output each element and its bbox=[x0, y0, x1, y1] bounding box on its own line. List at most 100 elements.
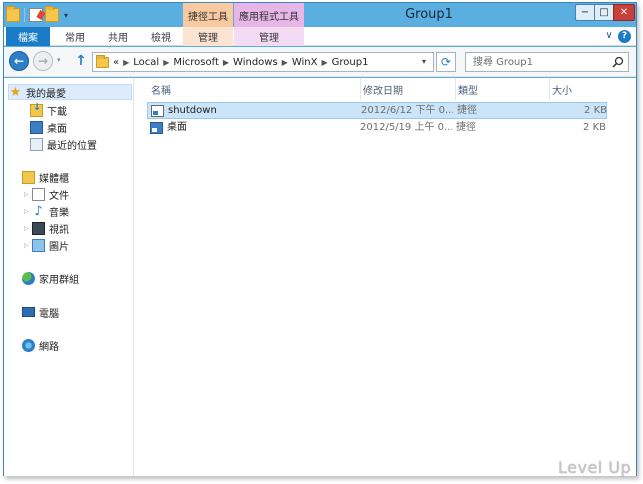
folder-icon bbox=[6, 6, 20, 22]
file-list[interactable]: 名稱 修改日期 類型 大小 shutdown 2012/6/12 下午 0...… bbox=[135, 78, 636, 476]
breadcrumb-local[interactable]: Local bbox=[133, 57, 159, 68]
sidebar-item-label: 最近的位置 bbox=[47, 140, 97, 152]
column-header-size[interactable]: 大小 bbox=[549, 78, 609, 100]
sidebar-item-label: 音樂 bbox=[49, 207, 69, 219]
tab-manage-app[interactable]: 管理 bbox=[234, 27, 304, 46]
search-input[interactable] bbox=[466, 53, 606, 71]
file-size: 2 KB bbox=[584, 105, 607, 116]
chevron-right-icon[interactable]: ▶ bbox=[321, 58, 327, 67]
file-row-shutdown[interactable]: shutdown 2012/6/12 下午 0... 捷徑 2 KB bbox=[147, 102, 607, 119]
expand-arrow-icon[interactable]: ▷ bbox=[24, 242, 32, 249]
downloads-icon bbox=[30, 102, 43, 117]
sidebar-item-label: 網路 bbox=[39, 341, 59, 353]
breadcrumb-group1[interactable]: Group1 bbox=[332, 57, 369, 68]
minimize-button[interactable]: − bbox=[575, 4, 595, 21]
tab-manage-shortcut[interactable]: 管理 bbox=[183, 27, 233, 46]
sidebar-item-videos[interactable]: ▷ 視訊 bbox=[24, 220, 69, 236]
chevron-right-icon[interactable]: ▶ bbox=[282, 58, 288, 67]
desktop-icon bbox=[30, 120, 43, 134]
search-icon[interactable] bbox=[612, 56, 624, 68]
address-dropdown-icon[interactable]: ▾ bbox=[417, 54, 431, 70]
column-header-type[interactable]: 類型 bbox=[455, 78, 550, 100]
qat-separator bbox=[24, 8, 25, 22]
column-header-name[interactable]: 名稱 bbox=[151, 78, 357, 100]
tab-home[interactable]: 常用 bbox=[54, 27, 96, 46]
up-button[interactable]: ↑ bbox=[73, 53, 89, 69]
sidebar-item-label: 電腦 bbox=[39, 308, 59, 320]
maximize-button[interactable]: □ bbox=[594, 4, 614, 21]
back-button[interactable]: ← bbox=[9, 51, 29, 71]
column-header-date-modified[interactable]: 修改日期 bbox=[360, 78, 456, 100]
address-folder-icon bbox=[96, 54, 109, 68]
sidebar-item-recent-places[interactable]: 最近的位置 bbox=[30, 136, 97, 152]
watermark-text: Level Up bbox=[558, 458, 632, 477]
sidebar-item-libraries[interactable]: 媒體櫃 bbox=[22, 169, 69, 185]
help-icon[interactable]: ? bbox=[618, 30, 631, 43]
forward-button[interactable]: → bbox=[33, 51, 53, 71]
breadcrumb-overflow[interactable]: « bbox=[113, 57, 119, 68]
file-name-cell: shutdown bbox=[151, 103, 356, 118]
close-button[interactable]: ✕ bbox=[613, 4, 635, 21]
file-name: 桌面 bbox=[167, 122, 187, 133]
expand-arrow-icon[interactable]: ▷ bbox=[24, 191, 32, 198]
sidebar-item-computer[interactable]: 電腦 bbox=[22, 304, 59, 320]
star-icon: ★ bbox=[9, 84, 22, 100]
search-box[interactable] bbox=[465, 52, 629, 72]
sidebar-item-label: 媒體櫃 bbox=[39, 173, 69, 185]
breadcrumb-microsoft[interactable]: Microsoft bbox=[173, 57, 219, 68]
recent-locations-icon[interactable]: ▾ bbox=[57, 56, 61, 64]
videos-icon bbox=[32, 221, 45, 235]
window-title: Group1 bbox=[405, 7, 453, 22]
expand-arrow-icon[interactable]: ▷ bbox=[24, 208, 32, 215]
tab-file[interactable]: 檔案 bbox=[6, 27, 50, 46]
network-icon bbox=[22, 338, 35, 352]
qat-dropdown-icon[interactable]: ▾ bbox=[61, 11, 71, 20]
sidebar-item-desktop[interactable]: 桌面 bbox=[30, 119, 67, 135]
sidebar-item-favorites[interactable]: ★ 我的最愛 bbox=[8, 84, 132, 100]
file-row-desktop[interactable]: 桌面 2012/5/19 上午 0... 捷徑 2 KB bbox=[147, 120, 607, 137]
refresh-button[interactable]: ⟳ bbox=[436, 52, 456, 72]
navigation-pane[interactable]: ★ 我的最愛 下載 桌面 最近的位置 媒體櫃 ▷ 文件 bbox=[4, 78, 134, 476]
navigation-bar: ← → ▾ ↑ « ▶ Local ▶ Microsoft ▶ Windows … bbox=[4, 47, 636, 77]
tab-view[interactable]: 檢視 bbox=[140, 27, 182, 46]
desktop-shortcut-icon bbox=[150, 121, 163, 134]
explorer-window: ▾ 捷徑工具 應用程式工具 Group1 − □ ✕ 檔案 常用 共用 檢視 管… bbox=[3, 2, 637, 476]
title-bar[interactable]: ▾ 捷徑工具 應用程式工具 Group1 − □ ✕ bbox=[4, 3, 636, 27]
sidebar-item-label: 圖片 bbox=[49, 241, 69, 253]
contextual-tab-app-tools: 應用程式工具 bbox=[234, 3, 304, 27]
file-date: 2012/5/19 上午 0... bbox=[360, 122, 452, 133]
sidebar-item-label: 家用群組 bbox=[39, 274, 79, 286]
sidebar-item-music[interactable]: ▷ ♪ 音樂 bbox=[24, 203, 69, 219]
sidebar-item-network[interactable]: 網路 bbox=[22, 337, 59, 353]
sidebar-item-homegroup[interactable]: 家用群組 bbox=[22, 270, 79, 286]
breadcrumb-windows[interactable]: Windows bbox=[233, 57, 278, 68]
contextual-tab-shortcut-tools: 捷徑工具 bbox=[183, 3, 233, 27]
sidebar-item-documents[interactable]: ▷ 文件 bbox=[24, 186, 69, 202]
sidebar-item-label: 視訊 bbox=[49, 224, 69, 236]
chevron-right-icon[interactable]: ▶ bbox=[163, 58, 169, 67]
computer-icon bbox=[22, 307, 35, 317]
chevron-right-icon: ▶ bbox=[123, 57, 130, 67]
file-type: 捷徑 bbox=[457, 105, 477, 116]
pictures-icon bbox=[32, 238, 45, 252]
expand-ribbon-icon[interactable]: ∨ bbox=[602, 30, 616, 43]
shortcut-icon bbox=[151, 104, 164, 117]
libraries-icon bbox=[22, 170, 35, 184]
expand-arrow-icon[interactable]: ▷ bbox=[24, 225, 32, 232]
properties-icon[interactable] bbox=[29, 8, 43, 22]
documents-icon bbox=[32, 187, 45, 201]
sidebar-item-pictures[interactable]: ▷ 圖片 bbox=[24, 237, 69, 253]
tab-share[interactable]: 共用 bbox=[96, 27, 140, 46]
new-folder-icon[interactable] bbox=[45, 6, 59, 22]
chevron-right-icon[interactable]: ▶ bbox=[223, 58, 229, 67]
breadcrumb-winx[interactable]: WinX bbox=[292, 57, 318, 68]
homegroup-icon bbox=[22, 271, 35, 285]
quick-access-toolbar: ▾ bbox=[6, 6, 71, 24]
sidebar-item-label: 桌面 bbox=[47, 123, 67, 135]
recent-places-icon bbox=[30, 137, 43, 151]
file-type: 捷徑 bbox=[456, 122, 476, 133]
sidebar-item-label: 文件 bbox=[49, 190, 69, 202]
sidebar-item-downloads[interactable]: 下載 bbox=[30, 102, 67, 118]
file-size: 2 KB bbox=[583, 122, 606, 133]
address-bar[interactable]: « ▶ Local ▶ Microsoft ▶ Windows ▶ WinX ▶… bbox=[92, 52, 434, 72]
